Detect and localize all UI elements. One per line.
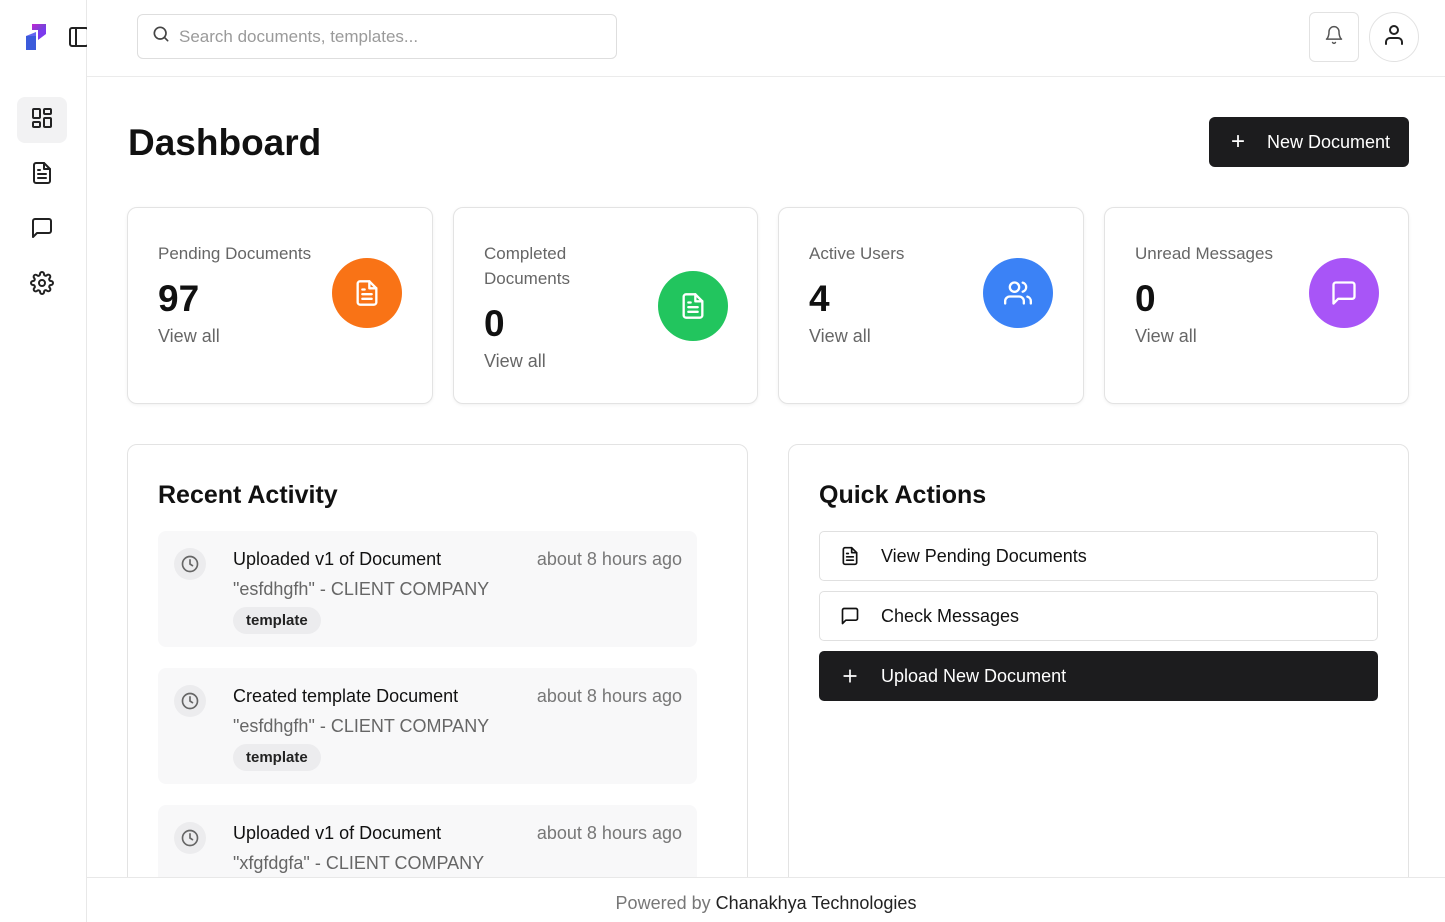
activity-subtitle: "esfdhgfh" - CLIENT COMPANY bbox=[233, 716, 490, 736]
activity-time: about 8 hours ago bbox=[536, 549, 682, 569]
activity-tag: template bbox=[233, 744, 321, 771]
sidebar-nav bbox=[17, 97, 67, 317]
panel-title: Recent Activity bbox=[158, 481, 338, 509]
activity-title: Created template Document bbox=[233, 686, 459, 706]
quick-action-label: View Pending Documents bbox=[881, 545, 1087, 566]
footer: Powered by Chanakhya Technologies bbox=[87, 877, 1445, 922]
gear-icon bbox=[30, 270, 54, 300]
plus-icon bbox=[840, 666, 862, 686]
message-square-icon bbox=[1309, 258, 1379, 328]
activity-title: Uploaded v1 of Document bbox=[233, 823, 442, 843]
message-square-icon bbox=[30, 216, 54, 245]
stat-value: 0 bbox=[1135, 278, 1156, 319]
footer-company-link[interactable]: Chanakhya Technologies bbox=[716, 893, 917, 913]
quick-action-label: Check Messages bbox=[881, 605, 1020, 626]
stat-value: 0 bbox=[484, 303, 505, 344]
new-document-button[interactable]: + New Document bbox=[1209, 117, 1409, 167]
view-all-link[interactable]: View all bbox=[809, 326, 871, 347]
check-messages-button[interactable]: Check Messages bbox=[819, 591, 1378, 641]
sidebar bbox=[0, 0, 89, 922]
quick-action-label: Upload New Document bbox=[881, 665, 1067, 686]
stat-label: Unread Messages bbox=[1135, 244, 1273, 263]
activity-tag: template bbox=[233, 607, 321, 634]
clock-icon bbox=[174, 685, 206, 717]
top-header bbox=[87, 0, 1445, 77]
stat-card-messages: Unread Messages 0 View all bbox=[1104, 207, 1409, 404]
stat-card-pending: Pending Documents 97 View all bbox=[127, 207, 433, 404]
clock-icon bbox=[174, 548, 206, 580]
stat-card-users: Active Users 4 View all bbox=[778, 207, 1084, 404]
app-root: Dashboard + New Document Pending Documen… bbox=[0, 0, 1445, 922]
user-icon bbox=[1382, 23, 1406, 52]
file-text-icon bbox=[30, 161, 54, 190]
file-text-icon bbox=[658, 271, 728, 341]
quick-actions-panel: Quick Actions View Pending Documents Che… bbox=[788, 444, 1409, 894]
activity-item[interactable]: Uploaded v1 of Document about 8 hours ag… bbox=[158, 531, 697, 647]
search-input[interactable] bbox=[179, 26, 599, 47]
page-title: Dashboard bbox=[128, 122, 322, 163]
sidebar-item-messages[interactable] bbox=[17, 207, 67, 253]
recent-activity-panel: Recent Activity Uploaded v1 of Document … bbox=[127, 444, 748, 894]
clock-icon bbox=[174, 822, 206, 854]
activity-time: about 8 hours ago bbox=[536, 686, 682, 706]
message-square-icon bbox=[840, 606, 862, 626]
stat-label: Completed Documents bbox=[484, 244, 570, 288]
file-text-icon bbox=[332, 258, 402, 328]
stat-card-completed: Completed Documents 0 View all bbox=[453, 207, 758, 404]
activity-time: about 8 hours ago bbox=[536, 823, 682, 843]
stat-label: Pending Documents bbox=[158, 244, 312, 263]
stat-label: Active Users bbox=[809, 244, 905, 263]
activity-item[interactable]: Created template Document about 8 hours … bbox=[158, 668, 697, 784]
file-text-icon bbox=[840, 546, 862, 566]
upload-new-document-button[interactable]: Upload New Document bbox=[819, 651, 1378, 701]
view-all-link[interactable]: View all bbox=[484, 351, 546, 372]
stat-value: 97 bbox=[158, 278, 200, 319]
sidebar-item-documents[interactable] bbox=[17, 152, 67, 198]
notifications-button[interactable] bbox=[1309, 12, 1359, 62]
plus-icon: + bbox=[1231, 128, 1246, 155]
panel-title: Quick Actions bbox=[819, 481, 987, 509]
bell-icon bbox=[1324, 25, 1344, 50]
search-box[interactable] bbox=[137, 14, 617, 59]
users-icon bbox=[983, 258, 1053, 328]
activity-title: Uploaded v1 of Document bbox=[233, 549, 442, 569]
activity-subtitle: "esfdhgfh" - CLIENT COMPANY bbox=[233, 579, 490, 599]
stat-value: 4 bbox=[809, 278, 830, 319]
sidebar-item-settings[interactable] bbox=[17, 262, 67, 308]
user-menu-button[interactable] bbox=[1369, 12, 1419, 62]
new-document-label: New Document bbox=[1267, 131, 1391, 152]
sidebar-item-dashboard[interactable] bbox=[17, 97, 67, 143]
view-all-link[interactable]: View all bbox=[158, 326, 220, 347]
footer-prefix: Powered by bbox=[615, 893, 711, 913]
search-icon bbox=[151, 24, 171, 49]
activity-subtitle: "xfgfdgfa" - CLIENT COMPANY bbox=[233, 853, 485, 873]
dashboard-icon bbox=[30, 106, 54, 135]
app-logo[interactable] bbox=[24, 22, 50, 52]
view-all-link[interactable]: View all bbox=[1135, 326, 1197, 347]
view-pending-documents-button[interactable]: View Pending Documents bbox=[819, 531, 1378, 581]
